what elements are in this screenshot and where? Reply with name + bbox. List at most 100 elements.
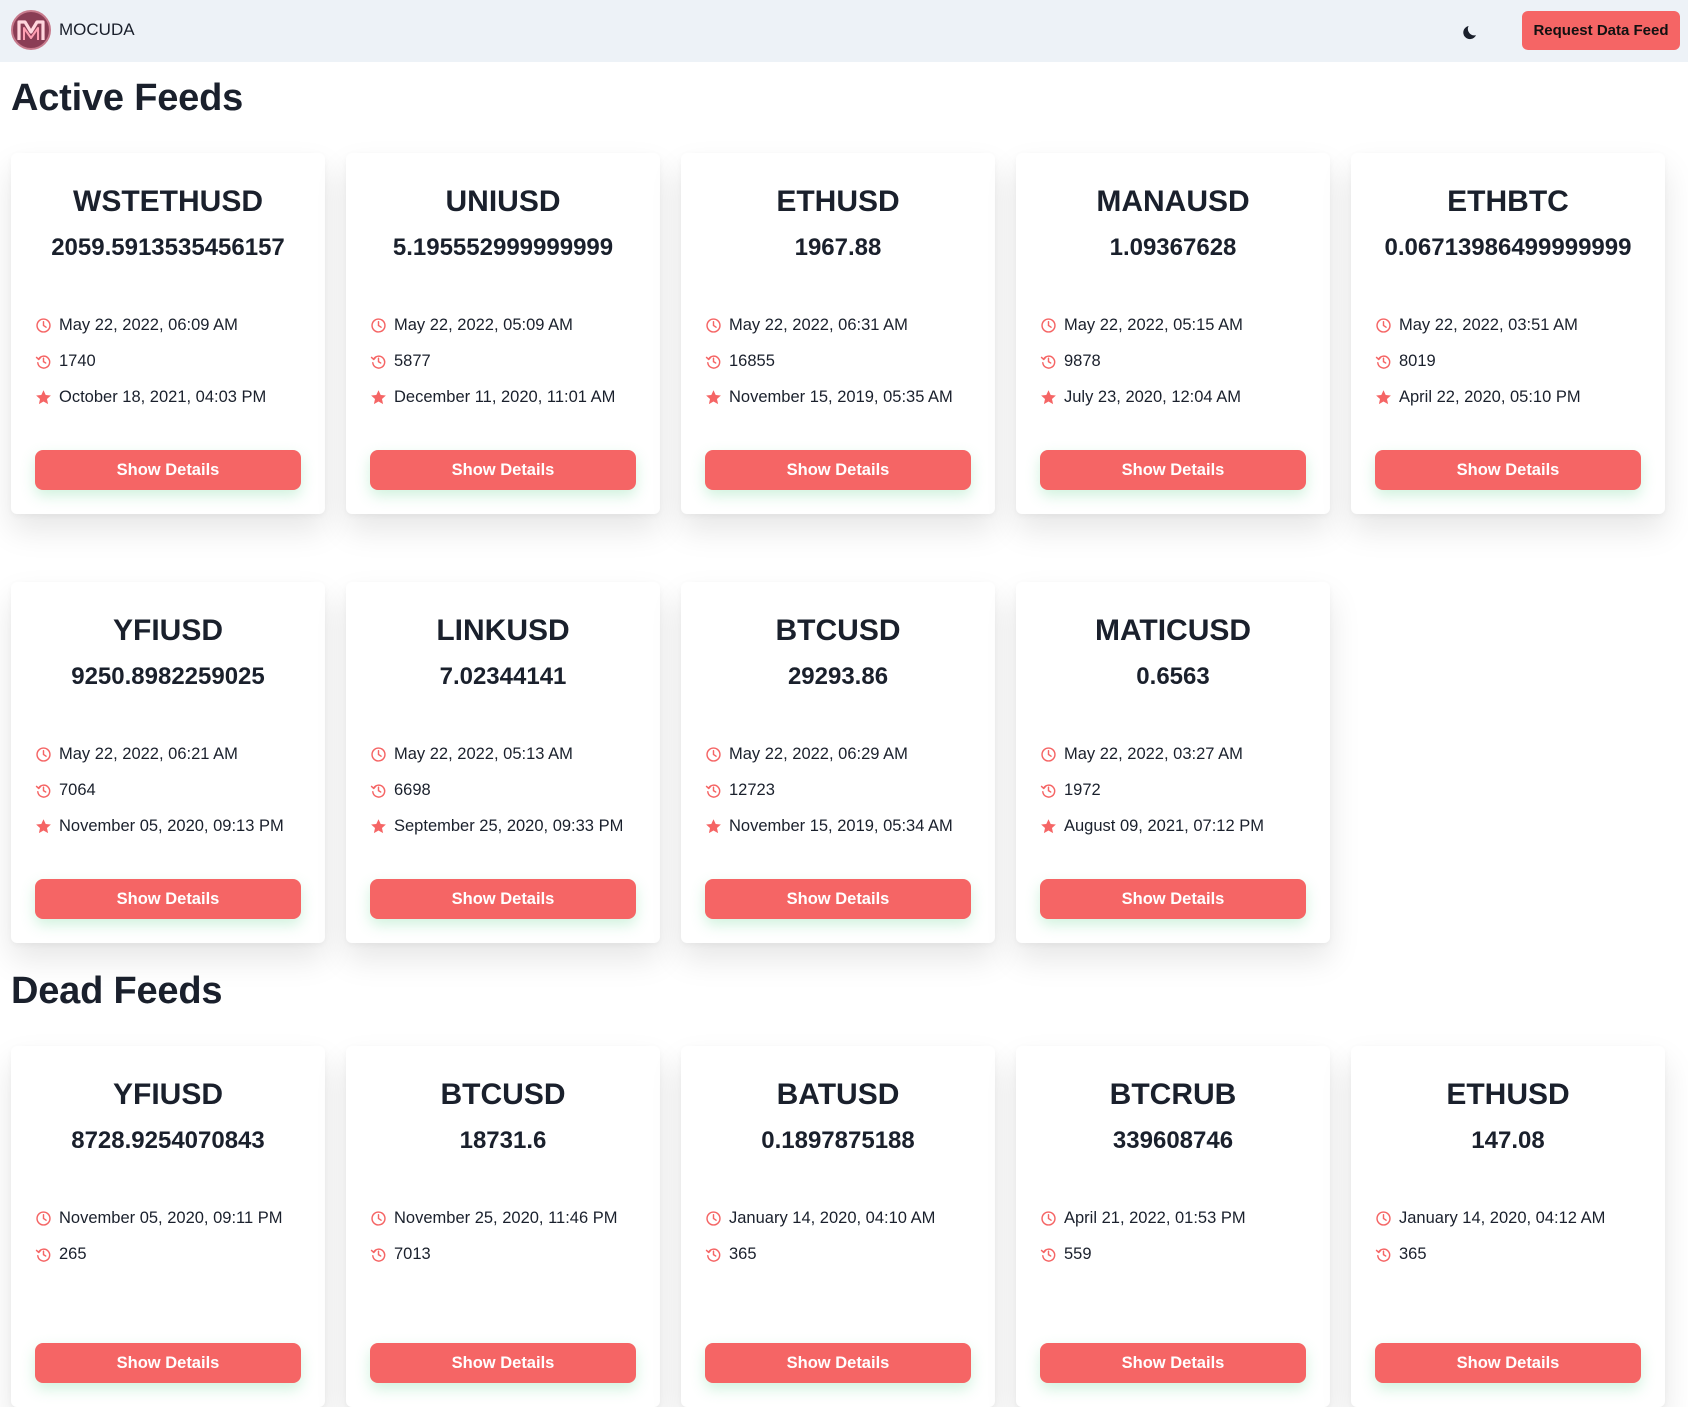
last-updated-value: May 22, 2022, 03:51 AM [1399,315,1578,334]
feed-price: 9250.8982259025 [71,663,265,690]
last-updated-value: May 22, 2022, 05:13 AM [394,744,573,763]
rounds-row: 9878 [1040,349,1101,373]
star-icon [36,389,51,404]
feed-card-uniusd: UNIUSD 5.195552999999999 May 22, 2022, 0… [346,153,660,514]
history-icon [705,354,721,369]
feed-card-btcusd: BTCUSD 29293.86 May 22, 2022, 06:29 AM 1… [681,582,995,943]
feed-price: 7.02344141 [439,663,567,690]
created-row: October 18, 2021, 04:03 PM [35,385,266,409]
brand[interactable]: MOCUDA [11,10,135,50]
show-details-button[interactable]: Show Details [705,1343,971,1383]
feed-pair: YFIUSD [112,614,223,647]
rounds-row: 1740 [35,349,96,373]
rounds-value: 265 [59,1244,87,1263]
last-updated-value: November 05, 2020, 09:11 PM [59,1208,283,1227]
theme-toggle-button[interactable] [1450,11,1490,51]
rounds-value: 365 [729,1244,757,1263]
feed-card-ethbtc: ETHBTC 0.06713986499999999 May 22, 2022,… [1351,153,1665,514]
last-updated-row: January 14, 2020, 04:12 AM [1375,1206,1605,1230]
created-value: April 22, 2020, 05:10 PM [1399,387,1581,406]
last-updated-value: January 14, 2020, 04:12 AM [1399,1208,1606,1227]
created-row: August 09, 2021, 07:12 PM [1040,814,1264,838]
feed-price: 5.195552999999999 [392,234,614,261]
clock-icon [1376,317,1391,333]
last-updated-value: May 22, 2022, 05:09 AM [394,315,573,334]
rounds-value: 8019 [1399,351,1436,370]
last-updated-row: May 22, 2022, 03:27 AM [1040,742,1243,766]
history-icon [1375,354,1391,369]
history-icon [370,1247,386,1262]
feed-card-maticusd: MATICUSD 0.6563 May 22, 2022, 03:27 AM 1… [1016,582,1330,943]
last-updated-row: May 22, 2022, 06:31 AM [705,313,908,337]
clock-icon [1376,1210,1391,1226]
feed-price: 0.1897875188 [761,1127,915,1154]
created-value: November 15, 2019, 05:34 AM [729,816,953,835]
last-updated-row: May 22, 2022, 06:21 AM [35,742,238,766]
last-updated-value: May 22, 2022, 06:09 AM [59,315,238,334]
last-updated-row: November 25, 2020, 11:46 PM [370,1206,618,1230]
rounds-row: 1972 [1040,778,1101,802]
last-updated-value: May 22, 2022, 06:21 AM [59,744,238,763]
feed-pair: BTCRUB [1109,1078,1237,1111]
rounds-value: 1972 [1064,780,1101,799]
clock-icon [706,317,721,333]
history-icon [35,1247,51,1262]
dead-feeds-title: Dead Feeds [11,970,223,1012]
last-updated-value: May 22, 2022, 05:15 AM [1064,315,1243,334]
rounds-row: 8019 [1375,349,1436,373]
history-icon [1375,1247,1391,1262]
show-details-button[interactable]: Show Details [1375,1343,1641,1383]
star-icon [706,818,721,833]
created-row: November 15, 2019, 05:34 AM [705,814,953,838]
last-updated-value: November 25, 2020, 11:46 PM [394,1208,618,1227]
show-details-button[interactable]: Show Details [1375,450,1641,490]
created-value: December 11, 2020, 11:01 AM [394,387,616,406]
star-icon [371,389,386,404]
feed-card-manausd: MANAUSD 1.09367628 May 22, 2022, 05:15 A… [1016,153,1330,514]
last-updated-row: November 05, 2020, 09:11 PM [35,1206,283,1230]
show-details-button[interactable]: Show Details [35,450,301,490]
star-icon [706,389,721,404]
history-icon [370,783,386,798]
last-updated-row: May 22, 2022, 06:29 AM [705,742,908,766]
mocuda-logo-icon [11,10,51,50]
show-details-button[interactable]: Show Details [1040,1343,1306,1383]
show-details-button[interactable]: Show Details [1040,450,1306,490]
star-icon [1041,389,1056,404]
star-icon [1041,818,1056,833]
brand-name: MOCUDA [59,20,135,39]
created-row: November 05, 2020, 09:13 PM [35,814,284,838]
history-icon [1040,1247,1056,1262]
show-details-button[interactable]: Show Details [370,879,636,919]
clock-icon [36,317,51,333]
show-details-button[interactable]: Show Details [35,1343,301,1383]
feed-price: 1967.88 [794,234,882,261]
created-value: November 05, 2020, 09:13 PM [59,816,284,835]
rounds-value: 9878 [1064,351,1101,370]
show-details-button[interactable]: Show Details [35,879,301,919]
moon-icon [1462,25,1476,39]
show-details-button[interactable]: Show Details [705,450,971,490]
feed-price: 1.09367628 [1109,234,1237,261]
feed-pair: MANAUSD [1096,185,1250,218]
show-details-button[interactable]: Show Details [705,879,971,919]
show-details-button[interactable]: Show Details [370,450,636,490]
show-details-button[interactable]: Show Details [370,1343,636,1383]
history-icon [35,783,51,798]
feed-card-btcrub: BTCRUB 339608746 April 21, 2022, 01:53 P… [1016,1046,1330,1407]
rounds-row: 7013 [370,1242,431,1266]
rounds-row: 16855 [705,349,775,373]
request-data-feed-button[interactable]: Request Data Feed [1522,11,1680,50]
show-details-button[interactable]: Show Details [1040,879,1306,919]
history-icon [705,1247,721,1262]
rounds-row: 365 [705,1242,757,1266]
active-feeds-title: Active Feeds [11,77,244,119]
clock-icon [706,746,721,762]
clock-icon [371,746,386,762]
feed-card-wstethusd: WSTETHUSD 2059.5913535456157 May 22, 202… [11,153,325,514]
last-updated-row: January 14, 2020, 04:10 AM [705,1206,935,1230]
last-updated-row: May 22, 2022, 03:51 AM [1375,313,1578,337]
rounds-value: 7013 [394,1244,431,1263]
clock-icon [1041,746,1056,762]
last-updated-value: April 21, 2022, 01:53 PM [1064,1208,1246,1227]
